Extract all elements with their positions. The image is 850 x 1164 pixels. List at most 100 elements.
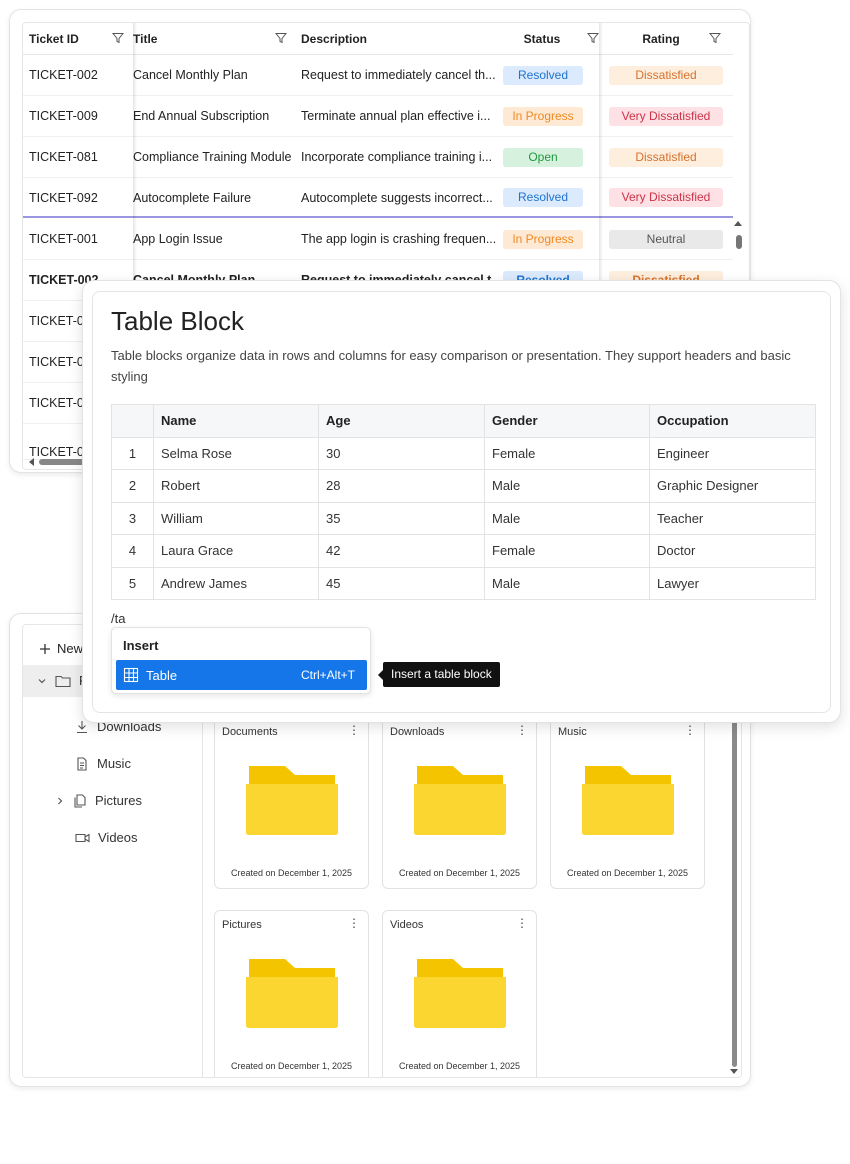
col-header-title[interactable]: Title	[133, 23, 293, 54]
vertical-scrollbar-thumb[interactable]	[736, 235, 742, 249]
table-row[interactable]: TICKET-001 App Login Issue The app login…	[23, 219, 733, 260]
scroll-down-arrow-icon[interactable]	[730, 1069, 738, 1074]
filter-icon[interactable]	[587, 32, 599, 44]
tile-date: Created on December 1, 2025	[230, 1061, 353, 1071]
status-badge: Resolved	[503, 188, 583, 207]
filter-icon[interactable]	[275, 32, 287, 44]
tile-name: Pictures	[222, 919, 262, 931]
col-header-occupation[interactable]: Occupation	[649, 404, 816, 438]
people-table[interactable]: Name Age Gender Occupation 1 Selma Rose …	[111, 404, 816, 600]
scroll-up-arrow-icon[interactable]	[734, 221, 742, 226]
menu-item-shortcut: Ctrl+Alt+T	[300, 668, 355, 682]
new-button[interactable]: New	[39, 641, 83, 656]
table-row[interactable]: 5 Andrew James 45 Male Lawyer	[111, 566, 816, 600]
cell-index[interactable]: 4	[111, 534, 154, 568]
more-options-icon[interactable]: ⋮	[348, 724, 360, 736]
folder-tile-music[interactable]: Music ⋮ Created on December 1, 2025	[550, 717, 705, 889]
folder-tile-documents[interactable]: Documents ⋮ Created on December 1, 2025	[214, 717, 369, 889]
table-row[interactable]: TICKET-081 Compliance Training Module In…	[23, 137, 733, 178]
cell-name[interactable]: William	[153, 501, 319, 535]
table-header-row: Name Age Gender Occupation	[111, 404, 816, 438]
table-row[interactable]: 4 Laura Grace 42 Female Doctor	[111, 534, 816, 568]
folder-tile-downloads[interactable]: Downloads ⋮ Created on December 1, 2025	[382, 717, 537, 889]
cell-gender[interactable]: Male	[484, 566, 650, 600]
folder-icon	[582, 766, 674, 835]
cell-ticket-id: TICKET-001	[29, 232, 98, 246]
table-row[interactable]: 3 William 35 Male Teacher	[111, 501, 816, 535]
video-icon	[75, 833, 90, 842]
cell-occupation[interactable]: Lawyer	[649, 566, 816, 600]
chevron-right-icon[interactable]	[55, 796, 65, 806]
rating-badge: Very Dissatisfied	[609, 188, 723, 207]
slash-command-input[interactable]: /ta	[111, 611, 125, 626]
col-header-name[interactable]: Name	[153, 404, 319, 438]
menu-group-header: Insert	[123, 638, 159, 653]
vertical-scrollbar-thumb[interactable]	[732, 685, 737, 1067]
col-header-gender[interactable]: Gender	[484, 404, 650, 438]
rating-badge: Neutral	[609, 229, 723, 249]
cell-ticket-id: TICKET-081	[29, 150, 98, 164]
tree-item-music[interactable]: Music	[75, 756, 131, 771]
cell-description: Autocomplete suggests incorrect...	[301, 190, 493, 205]
table-row[interactable]: TICKET-009 End Annual Subscription Termi…	[23, 96, 733, 137]
cell-age[interactable]: 30	[318, 436, 485, 470]
tree-item-root[interactable]: F	[37, 673, 87, 688]
cell-name[interactable]: Andrew James	[153, 566, 319, 600]
cell-index[interactable]: 1	[111, 436, 154, 470]
cell-age[interactable]: 35	[318, 501, 485, 535]
cell-name[interactable]: Selma Rose	[153, 436, 319, 470]
table-row[interactable]: TICKET-092 Autocomplete Failure Autocomp…	[23, 177, 733, 218]
menu-item-table[interactable]: Table Ctrl+Alt+T	[116, 660, 367, 690]
col-header-status[interactable]: Status	[501, 23, 583, 54]
tile-date: Created on December 1, 2025	[398, 1061, 521, 1071]
cell-occupation[interactable]: Graphic Designer	[649, 469, 816, 503]
folder-tile-pictures[interactable]: Pictures ⋮ Created on December 1, 2025	[214, 910, 369, 1077]
cell-index[interactable]: 3	[111, 501, 154, 535]
cell-age[interactable]: 45	[318, 566, 485, 600]
col-header-index[interactable]	[111, 404, 154, 438]
folder-tile-videos[interactable]: Videos ⋮ Created on December 1, 2025	[382, 910, 537, 1077]
cell-gender[interactable]: Male	[484, 469, 650, 503]
tile-date: Created on December 1, 2025	[230, 868, 353, 878]
more-options-icon[interactable]: ⋮	[516, 724, 528, 736]
new-button-label: New	[57, 641, 84, 656]
cell-name[interactable]: Laura Grace	[153, 534, 319, 568]
tree-item-videos[interactable]: Videos	[75, 830, 138, 845]
col-header-rating[interactable]: Rating	[611, 23, 711, 54]
filter-icon[interactable]	[709, 32, 721, 44]
cell-occupation[interactable]: Doctor	[649, 534, 816, 568]
page-title: Table Block	[111, 306, 244, 336]
more-options-icon[interactable]: ⋮	[516, 917, 528, 929]
cell-age[interactable]: 42	[318, 534, 485, 568]
filter-icon[interactable]	[112, 32, 124, 44]
cell-index[interactable]: 2	[111, 469, 154, 503]
pictures-icon	[74, 793, 86, 808]
scroll-left-arrow-icon[interactable]	[29, 458, 34, 466]
tile-name: Documents	[222, 726, 278, 738]
cell-age[interactable]: 28	[318, 469, 485, 503]
col-header-age[interactable]: Age	[318, 404, 485, 438]
cell-gender[interactable]: Female	[484, 436, 650, 470]
cell-gender[interactable]: Female	[484, 534, 650, 568]
cell-name[interactable]: Robert	[153, 469, 319, 503]
tile-name: Music	[558, 726, 587, 738]
cell-title: Cancel Monthly Plan	[133, 68, 248, 82]
tree-item-pictures[interactable]: Pictures	[55, 793, 142, 808]
cell-index[interactable]: 5	[111, 566, 154, 600]
cell-occupation[interactable]: Engineer	[649, 436, 816, 470]
col-header-description[interactable]: Description	[301, 23, 497, 54]
horizontal-scrollbar-thumb[interactable]	[39, 459, 87, 465]
table-row[interactable]: 2 Robert 28 Male Graphic Designer	[111, 469, 816, 503]
frozen-rows-divider	[23, 216, 733, 218]
more-options-icon[interactable]: ⋮	[348, 917, 360, 929]
status-badge: Resolved	[503, 65, 583, 85]
cell-gender[interactable]: Male	[484, 501, 650, 535]
cell-occupation[interactable]: Teacher	[649, 501, 816, 535]
table-row[interactable]: 1 Selma Rose 30 Female Engineer	[111, 436, 816, 470]
folder-icon	[414, 766, 506, 835]
cell-description: Terminate annual plan effective i...	[301, 109, 491, 123]
table-row[interactable]: TICKET-002 Cancel Monthly Plan Request t…	[23, 55, 733, 96]
more-options-icon[interactable]: ⋮	[684, 724, 696, 736]
tile-name: Videos	[390, 919, 424, 931]
chevron-down-icon[interactable]	[37, 676, 47, 686]
